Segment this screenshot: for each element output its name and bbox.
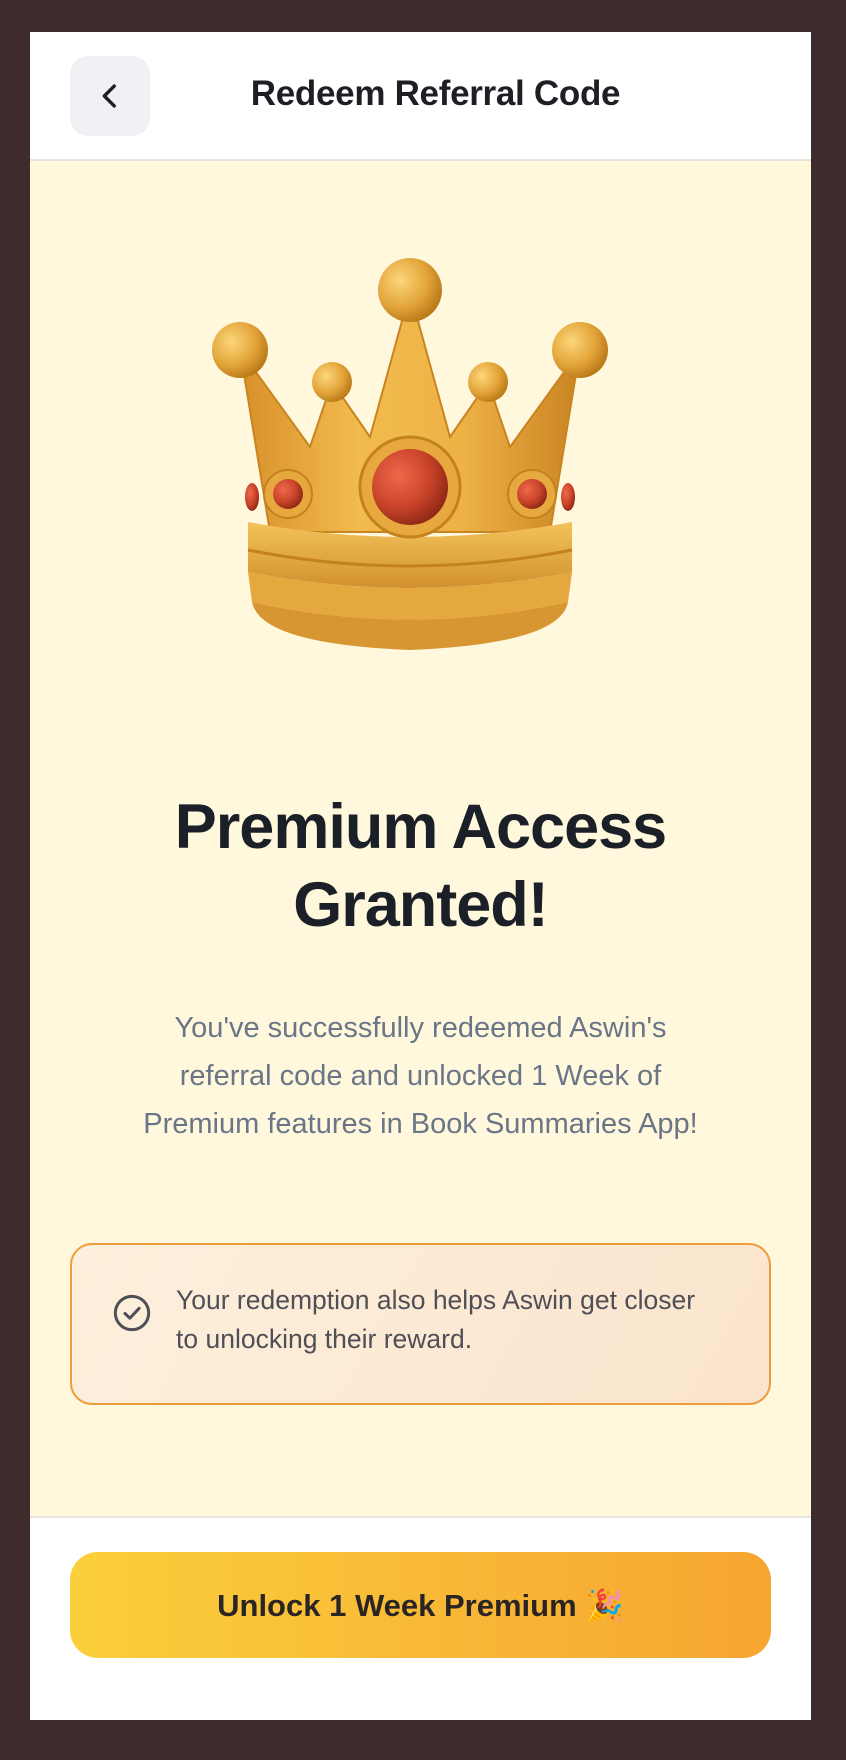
check-circle-icon bbox=[113, 1294, 151, 1332]
success-description: You've successfully redeemed Aswin's ref… bbox=[143, 1012, 698, 1140]
bottom-bar: Unlock 1 Week Premium 🎉 bbox=[30, 1516, 811, 1720]
referral-info-card: Your redemption also helps Aswin get clo… bbox=[70, 1243, 771, 1405]
referral-info-text: Your redemption also helps Aswin get clo… bbox=[176, 1285, 696, 1354]
app-screen: Redeem Referral Code Premium Access Gran… bbox=[30, 32, 811, 1720]
page-title: Redeem Referral Code bbox=[250, 74, 621, 113]
success-headline: Premium Access Granted! bbox=[174, 792, 667, 940]
unlock-premium-button[interactable]: Unlock 1 Week Premium 🎉 bbox=[70, 1552, 771, 1658]
crown-illustration bbox=[200, 232, 620, 672]
top-bar: Redeem Referral Code bbox=[30, 32, 811, 161]
